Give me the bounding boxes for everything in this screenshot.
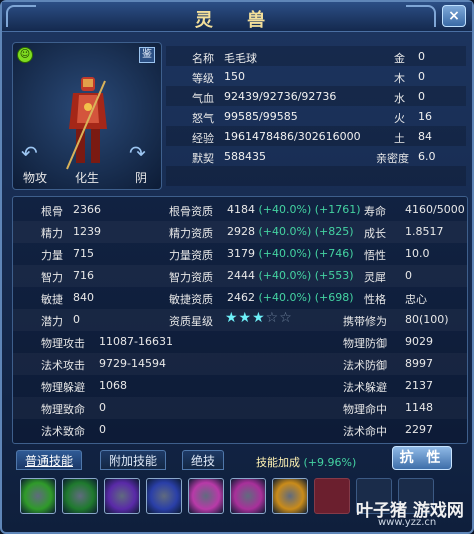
stat-row: 物理躲避 1068 法术躲避 2137: [41, 379, 433, 394]
attack-type-button[interactable]: 物攻: [23, 169, 47, 186]
info-row-name: 名称 毛毛球 金 0: [192, 50, 425, 65]
stat-row: 物理攻击 11087-16631 物理防御 9029: [41, 335, 433, 350]
gold-crescent-skill-icon[interactable]: [272, 478, 308, 514]
rotate-left-icon[interactable]: ↶: [21, 143, 43, 165]
stat-row: 根骨 2366 根骨资质 4184 (+40.0%) (+1761) 寿命 41…: [41, 203, 465, 218]
skill-bonus: 技能加成 (+9.96%): [256, 456, 357, 469]
purple-claw-skill-icon[interactable]: [104, 478, 140, 514]
stat-row: 力量 715 力量资质 3179 (+40.0%) (+746) 悟性 10.0: [41, 247, 430, 262]
watermark-url: www.yzz.cn: [378, 517, 437, 528]
resistance-button[interactable]: 抗 性: [392, 446, 452, 470]
stats-panel: 根骨 2366 根骨资质 4184 (+40.0%) (+1761) 寿命 41…: [12, 196, 468, 444]
close-button[interactable]: ×: [442, 5, 466, 27]
stat-row: 物理致命 0 物理命中 1148: [13, 397, 467, 419]
title-bar[interactable]: 灵 兽 ×: [2, 2, 472, 32]
aptitude-stars: ★★★☆☆: [225, 310, 293, 326]
pet-window: 灵 兽 × ☺ 鉴 ↶ ↷ 物攻 化生 阴 名称 毛毛球 金 0 等级 150: [0, 0, 474, 534]
skill-tabs: 普通技能 附加技能 绝技 技能加成 (+9.96%) 抗 性: [16, 446, 466, 472]
tab-unique-skills[interactable]: 绝技: [182, 450, 225, 470]
info-row-level: 等级 150 木 0: [192, 70, 425, 85]
rotate-right-icon[interactable]: ↷: [129, 143, 151, 165]
green-swirl-skill-icon[interactable]: [20, 478, 56, 514]
pink-burst-skill-icon[interactable]: [188, 478, 224, 514]
info-row-rage: 怒气 99585/99585 火 16: [192, 110, 432, 125]
transform-button[interactable]: 化生: [75, 169, 99, 186]
stat-row: 智力 716 智力资质 2444 (+40.0%) (+553) 灵犀 0: [13, 265, 467, 287]
skill-slot-locked[interactable]: [314, 478, 350, 514]
appraise-button[interactable]: 鉴: [139, 47, 155, 63]
stat-row: 精力 1239 精力资质 2928 (+40.0%) (+825) 成长 1.8…: [13, 221, 467, 243]
magenta-star-skill-icon[interactable]: [230, 478, 266, 514]
stat-row: 法术攻击 9729-14594 法术防御 8997: [13, 353, 467, 375]
info-row-hp: 气血 92439/92736/92736 水 0: [192, 90, 425, 105]
mood-smiley-icon[interactable]: ☺: [17, 47, 33, 63]
window-title: 灵 兽: [194, 10, 280, 31]
yin-yang-button[interactable]: 阴: [135, 169, 147, 186]
green-spiral-skill-icon[interactable]: [62, 478, 98, 514]
stat-row: 潜力 0 资质星级 ★★★☆☆ 携带修为 80(100): [13, 309, 467, 331]
stat-row: 法术致命 0 法术命中 2297: [41, 423, 433, 438]
tab-extra-skills[interactable]: 附加技能: [100, 450, 167, 470]
tab-normal-skills[interactable]: 普通技能: [16, 450, 83, 470]
info-row-tacit: 默契 588435 亲密度 6.0: [192, 150, 436, 165]
info-row-exp: 经验 1961478486/302616000 土 84: [192, 130, 432, 145]
blue-shard-skill-icon[interactable]: [146, 478, 182, 514]
stat-row: 敏捷 840 敏捷资质 2462 (+40.0%) (+698) 性格 忠心: [41, 291, 427, 306]
pet-portrait: ☺ 鉴 ↶ ↷ 物攻 化生 阴: [12, 42, 162, 190]
pet-model: [66, 77, 107, 170]
